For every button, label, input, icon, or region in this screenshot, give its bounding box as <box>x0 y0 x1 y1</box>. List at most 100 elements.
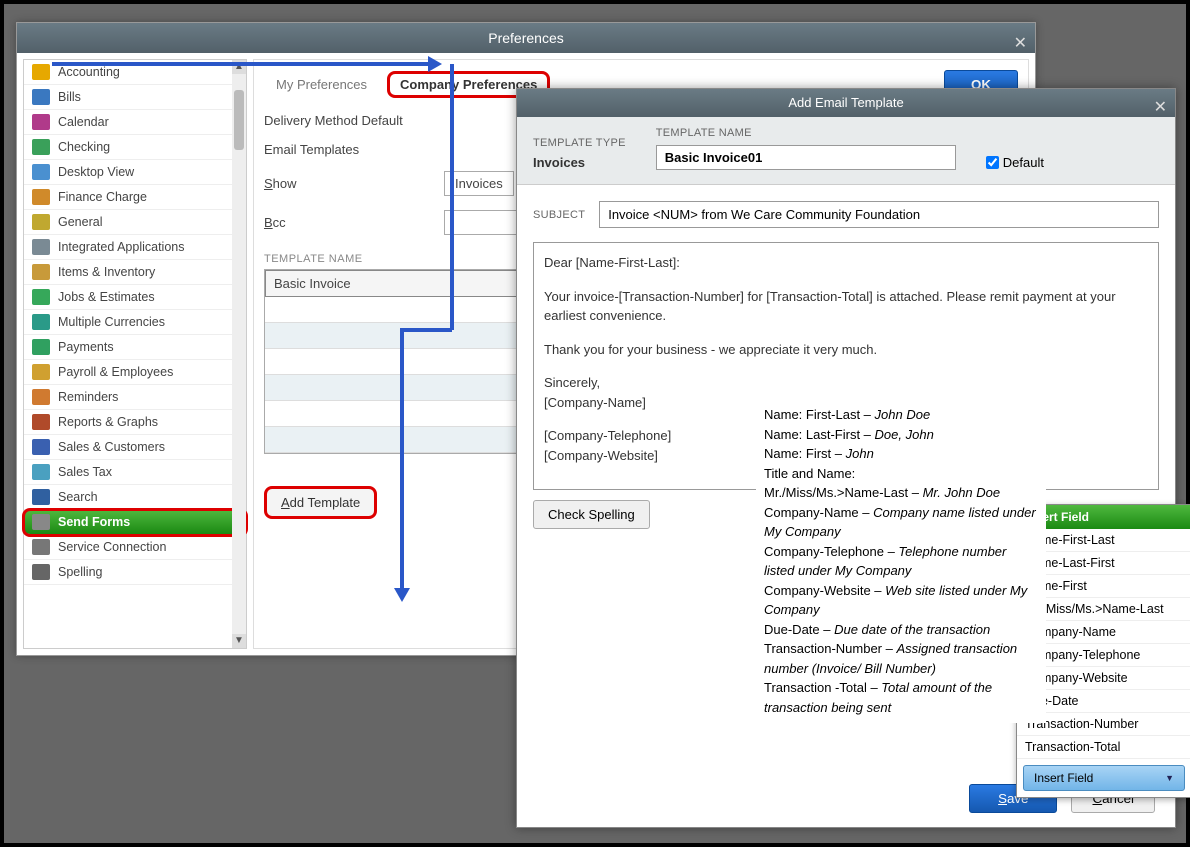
sidebar-item-send-forms[interactable]: Send Forms <box>24 510 246 535</box>
sidebar-item-finance-charge[interactable]: Finance Charge <box>24 185 246 210</box>
sidebar-icon <box>32 414 50 430</box>
annotation-arrowhead-icon <box>428 56 442 72</box>
sidebar-item-reports-graphs[interactable]: Reports & Graphs <box>24 410 246 435</box>
sidebar-item-label: General <box>58 215 102 229</box>
insert-field-option[interactable]: Transaction-Total <box>1017 736 1190 759</box>
sidebar-item-general[interactable]: General <box>24 210 246 235</box>
sidebar-item-label: Bills <box>58 90 81 104</box>
template-row[interactable] <box>265 349 523 375</box>
sidebar-item-desktop-view[interactable]: Desktop View <box>24 160 246 185</box>
subject-input[interactable] <box>599 201 1159 228</box>
sidebar-icon <box>32 489 50 505</box>
default-checkbox[interactable]: Default <box>986 155 1044 170</box>
sidebar-item-sales-tax[interactable]: Sales Tax <box>24 460 246 485</box>
check-spelling-button[interactable]: Check Spelling <box>533 500 650 529</box>
sidebar-item-jobs-estimates[interactable]: Jobs & Estimates <box>24 285 246 310</box>
scrollbar[interactable] <box>232 60 246 648</box>
scroll-down-icon[interactable]: ▼ <box>232 634 246 648</box>
body-greeting: Dear [Name-First-Last]: <box>544 253 1148 273</box>
sidebar-item-sales-customers[interactable]: Sales & Customers <box>24 435 246 460</box>
sidebar-item-payroll-employees[interactable]: Payroll & Employees <box>24 360 246 385</box>
sidebar-icon <box>32 539 50 555</box>
sidebar-icon <box>32 464 50 480</box>
sidebar-icon <box>32 264 50 280</box>
tab-my-preferences[interactable]: My Preferences <box>264 73 379 96</box>
template-row[interactable] <box>265 323 523 349</box>
sidebar-item-reminders[interactable]: Reminders <box>24 385 246 410</box>
insert-field-button[interactable]: Insert Field▼ <box>1023 765 1185 791</box>
close-icon[interactable]: ✕ <box>1014 29 1027 59</box>
sidebar-item-label: Multiple Currencies <box>58 315 165 329</box>
template-type-label: TEMPLATE TYPE <box>533 137 626 149</box>
annotation-arrow <box>450 64 454 330</box>
default-checkbox-input[interactable] <box>986 156 999 169</box>
sidebar-item-label: Search <box>58 490 98 504</box>
sidebar-icon <box>32 89 50 105</box>
email-dialog-title: Add Email Template <box>788 95 903 110</box>
sidebar-item-label: Payroll & Employees <box>58 365 173 379</box>
sidebar-item-label: Sales Tax <box>58 465 112 479</box>
sidebar-item-checking[interactable]: Checking <box>24 135 246 160</box>
template-row[interactable] <box>265 297 523 323</box>
default-label: Default <box>1003 155 1044 170</box>
add-template-button[interactable]: Add Template <box>264 486 377 519</box>
close-icon[interactable]: ✕ <box>1154 94 1167 122</box>
body-p2: Thank you for your business - we appreci… <box>544 340 1148 360</box>
sidebar-item-label: Integrated Applications <box>58 240 184 254</box>
sidebar-item-label: Checking <box>58 140 110 154</box>
template-name-label: TEMPLATE NAME <box>656 127 956 139</box>
sidebar-item-bills[interactable]: Bills <box>24 85 246 110</box>
template-row[interactable] <box>265 427 523 453</box>
annotation-arrow <box>400 328 452 332</box>
sidebar-item-service-connection[interactable]: Service Connection <box>24 535 246 560</box>
sidebar-icon <box>32 289 50 305</box>
sidebar-icon <box>32 514 50 530</box>
sidebar-icon <box>32 389 50 405</box>
annotation-arrow <box>400 328 404 590</box>
template-name-input[interactable] <box>656 145 956 170</box>
sidebar-item-integrated-applications[interactable]: Integrated Applications <box>24 235 246 260</box>
sidebar-icon <box>32 314 50 330</box>
sidebar-item-spelling[interactable]: Spelling <box>24 560 246 585</box>
sidebar-item-label: Finance Charge <box>58 190 147 204</box>
sidebar-item-search[interactable]: Search <box>24 485 246 510</box>
field-description-line: Company-Name – Company name listed under… <box>764 503 1038 542</box>
sidebar-item-label: Items & Inventory <box>58 265 155 279</box>
show-dropdown[interactable]: Invoices <box>444 171 514 196</box>
sidebar-item-label: Send Forms <box>58 515 130 529</box>
sidebar-item-label: Jobs & Estimates <box>58 290 155 304</box>
sidebar-item-calendar[interactable]: Calendar <box>24 110 246 135</box>
subject-label: SUBJECT <box>533 209 585 221</box>
sidebar-item-label: Reports & Graphs <box>58 415 158 429</box>
sidebar-item-label: Calendar <box>58 115 109 129</box>
sidebar-item-label: Reminders <box>58 390 118 404</box>
field-description-line: Title and Name: <box>764 464 1038 484</box>
template-list: Basic Invoice <box>264 269 524 454</box>
sidebar-icon <box>32 214 50 230</box>
email-dialog-header: TEMPLATE TYPE Invoices TEMPLATE NAME Def… <box>517 117 1175 185</box>
field-description-overlay: Name: First-Last – John DoeName: Last-Fi… <box>756 399 1046 723</box>
delivery-method-label: Delivery Method Default <box>264 113 424 128</box>
sidebar-icon <box>32 164 50 180</box>
sidebar-item-items-inventory[interactable]: Items & Inventory <box>24 260 246 285</box>
email-templates-label: Email Templates <box>264 142 424 157</box>
sidebar-icon <box>32 139 50 155</box>
sidebar-icon <box>32 189 50 205</box>
field-description-line: Name: Last-First – Doe, John <box>764 425 1038 445</box>
sidebar-icon <box>32 239 50 255</box>
template-row[interactable] <box>265 401 523 427</box>
sidebar-item-payments[interactable]: Payments <box>24 335 246 360</box>
field-description-line: Due-Date – Due date of the transaction <box>764 620 1038 640</box>
sidebar-icon <box>32 114 50 130</box>
sidebar-item-label: Payments <box>58 340 114 354</box>
chevron-down-icon: ▼ <box>1165 773 1174 783</box>
sidebar-icon <box>32 339 50 355</box>
sidebar-item-label: Desktop View <box>58 165 134 179</box>
template-row[interactable]: Basic Invoice <box>265 270 523 297</box>
sidebar-item-multiple-currencies[interactable]: Multiple Currencies <box>24 310 246 335</box>
preferences-sidebar: Accounting Bills Calendar Checking Desktop V… <box>23 59 247 649</box>
template-row[interactable] <box>265 375 523 401</box>
sidebar-item-label: Accounting <box>58 65 120 79</box>
show-label: Show <box>264 176 424 191</box>
sidebar-icon <box>32 564 50 580</box>
